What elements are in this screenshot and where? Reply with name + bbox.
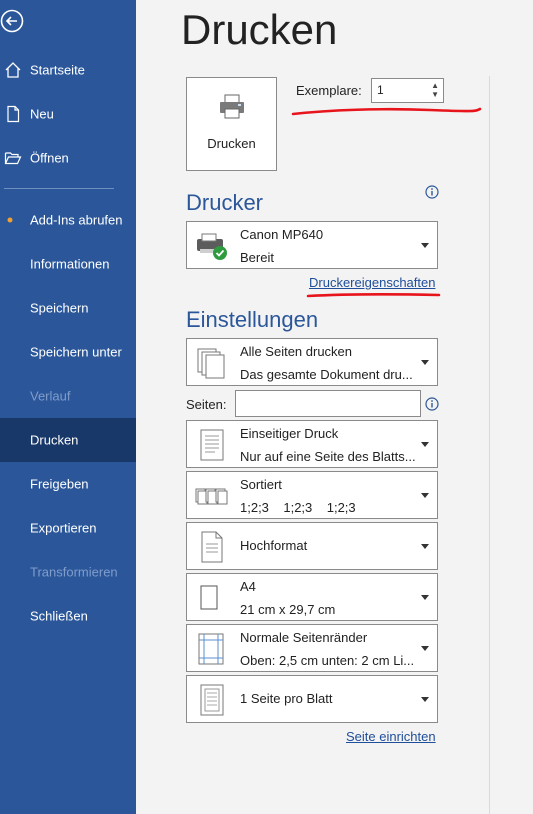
paper-size-icon <box>200 585 218 610</box>
sidebar-item-label: Schließen <box>30 608 88 624</box>
collated-icon <box>195 488 228 505</box>
printer-ready-icon <box>197 233 227 260</box>
collation-desc: 1;2;3 1;2;3 1;2;3 <box>240 500 356 515</box>
printer-dropdown[interactable]: Canon MP640 Bereit <box>186 221 438 269</box>
margins-desc: Oben: 2,5 cm unten: 2 cm Li... <box>240 653 415 668</box>
page-setup-link[interactable]: Seite einrichten <box>346 729 436 744</box>
orientation-dropdown[interactable]: Hochformat <box>186 522 438 570</box>
copies-stepper[interactable]: 1 ▲ ▼ <box>371 78 444 103</box>
chevron-down-icon <box>421 544 429 549</box>
sidebar-item-label: Transformieren <box>30 564 118 580</box>
sidebar-item-exportieren[interactable]: Exportieren <box>0 506 136 550</box>
printer-status: Bereit <box>240 250 274 265</box>
sidebar-item-add-ins[interactable]: Add-Ins abrufen <box>0 198 136 242</box>
chevron-down-icon <box>421 646 429 651</box>
sidebar-item-label: Add-Ins abrufen <box>30 212 123 228</box>
margins-icon <box>198 633 224 665</box>
home-icon <box>4 61 22 79</box>
margins-dropdown[interactable]: Normale Seitenränder Oben: 2,5 cm unten:… <box>186 624 438 672</box>
sidebar-item-transformieren: Transformieren <box>0 550 136 594</box>
info-icon[interactable] <box>425 185 439 199</box>
sidebar-item-freigeben[interactable]: Freigeben <box>0 462 136 506</box>
info-icon[interactable] <box>425 397 439 411</box>
copies-label: Exemplare: <box>296 83 362 98</box>
sidebar-item-label: Öffnen <box>30 150 69 166</box>
sidebar-item-startseite[interactable]: Startseite <box>0 48 136 92</box>
preview-divider <box>489 76 490 814</box>
printer-section-title: Drucker <box>186 190 264 215</box>
sidebar-item-informationen[interactable]: Informationen <box>0 242 136 286</box>
sidebar-item-neu[interactable]: Neu <box>0 92 136 136</box>
paper-size-desc: 21 cm x 29,7 cm <box>240 602 336 617</box>
annotation-underline <box>291 107 482 116</box>
print-range-title: Alle Seiten drucken <box>240 344 353 359</box>
pages-per-sheet-dropdown[interactable]: 1 Seite pro Blatt <box>186 675 438 723</box>
new-document-icon <box>4 105 22 123</box>
copies-value: 1 <box>377 83 384 97</box>
paper-size-title: A4 <box>240 579 256 594</box>
margins-title: Normale Seitenränder <box>240 630 368 645</box>
one-page-per-sheet-icon <box>200 684 224 716</box>
chevron-down-icon <box>421 243 429 248</box>
chevron-down-icon <box>421 360 429 365</box>
back-arrow-icon[interactable] <box>0 8 26 34</box>
sidebar-item-label: Informationen <box>30 256 110 272</box>
print-button-label: Drucken <box>207 136 256 151</box>
chevron-down-icon <box>421 697 429 702</box>
portrait-icon <box>201 531 223 563</box>
pages-input[interactable] <box>235 390 421 417</box>
single-sided-icon <box>200 429 224 461</box>
sidebar-item-drucken[interactable]: Drucken <box>0 418 136 462</box>
paper-size-dropdown[interactable]: A4 21 cm x 29,7 cm <box>186 573 438 621</box>
sidebar-item-label: Exportieren <box>30 520 97 536</box>
pages-per-sheet-title: 1 Seite pro Blatt <box>240 691 333 706</box>
sidebar-item-oeffnen[interactable]: Öffnen <box>0 136 136 180</box>
sidebar-item-schliessen[interactable]: Schließen <box>0 594 136 638</box>
duplex-desc: Nur auf eine Seite des Blatts... <box>240 449 416 464</box>
sidebar-item-label: Speichern unter <box>30 344 122 360</box>
chevron-down-icon <box>421 595 429 600</box>
pages-label: Seiten: <box>186 397 227 412</box>
sidebar-item-label: Drucken <box>30 432 79 448</box>
orientation-title: Hochformat <box>240 538 308 553</box>
duplex-dropdown[interactable]: Einseitiger Druck Nur auf eine Seite des… <box>186 420 438 468</box>
sidebar-item-label: Neu <box>30 106 54 122</box>
settings-section-title: Einstellungen <box>186 307 319 332</box>
open-folder-icon <box>4 149 22 167</box>
sidebar-item-label: Speichern <box>30 300 89 316</box>
collation-title: Sortiert <box>240 477 282 492</box>
sidebar-item-label: Verlauf <box>30 388 71 404</box>
print-range-desc: Das gesamte Dokument dru... <box>240 367 413 382</box>
printer-name: Canon MP640 <box>240 227 324 242</box>
duplex-title: Einseitiger Druck <box>240 426 339 441</box>
page-title: Drucken <box>181 6 338 53</box>
sidebar-item-verlauf: Verlauf <box>0 374 136 418</box>
chevron-down-icon <box>421 442 429 447</box>
sidebar-item-label: Startseite <box>30 62 85 78</box>
collation-dropdown[interactable]: Sortiert 1;2;3 1;2;3 1;2;3 <box>186 471 438 519</box>
all-pages-icon <box>197 348 225 379</box>
printer-icon <box>220 94 244 119</box>
printer-properties-link[interactable]: Druckereigenschaften <box>309 275 435 290</box>
notification-dot-icon <box>7 217 13 223</box>
sidebar-item-speichern[interactable]: Speichern <box>0 286 136 330</box>
annotation-underline <box>306 293 441 298</box>
sidebar-item-label: Freigeben <box>30 476 89 492</box>
print-button[interactable]: Drucken <box>186 77 277 171</box>
sidebar-separator <box>4 188 114 189</box>
backstage-sidebar: Startseite Neu Öffnen Add-Ins abrufen In… <box>0 0 136 814</box>
chevron-down-icon <box>421 493 429 498</box>
stepper-arrows-icon[interactable]: ▲ ▼ <box>431 81 439 99</box>
sidebar-item-speichern-unter[interactable]: Speichern unter <box>0 330 136 374</box>
print-range-dropdown[interactable]: Alle Seiten drucken Das gesamte Dokument… <box>186 338 438 386</box>
